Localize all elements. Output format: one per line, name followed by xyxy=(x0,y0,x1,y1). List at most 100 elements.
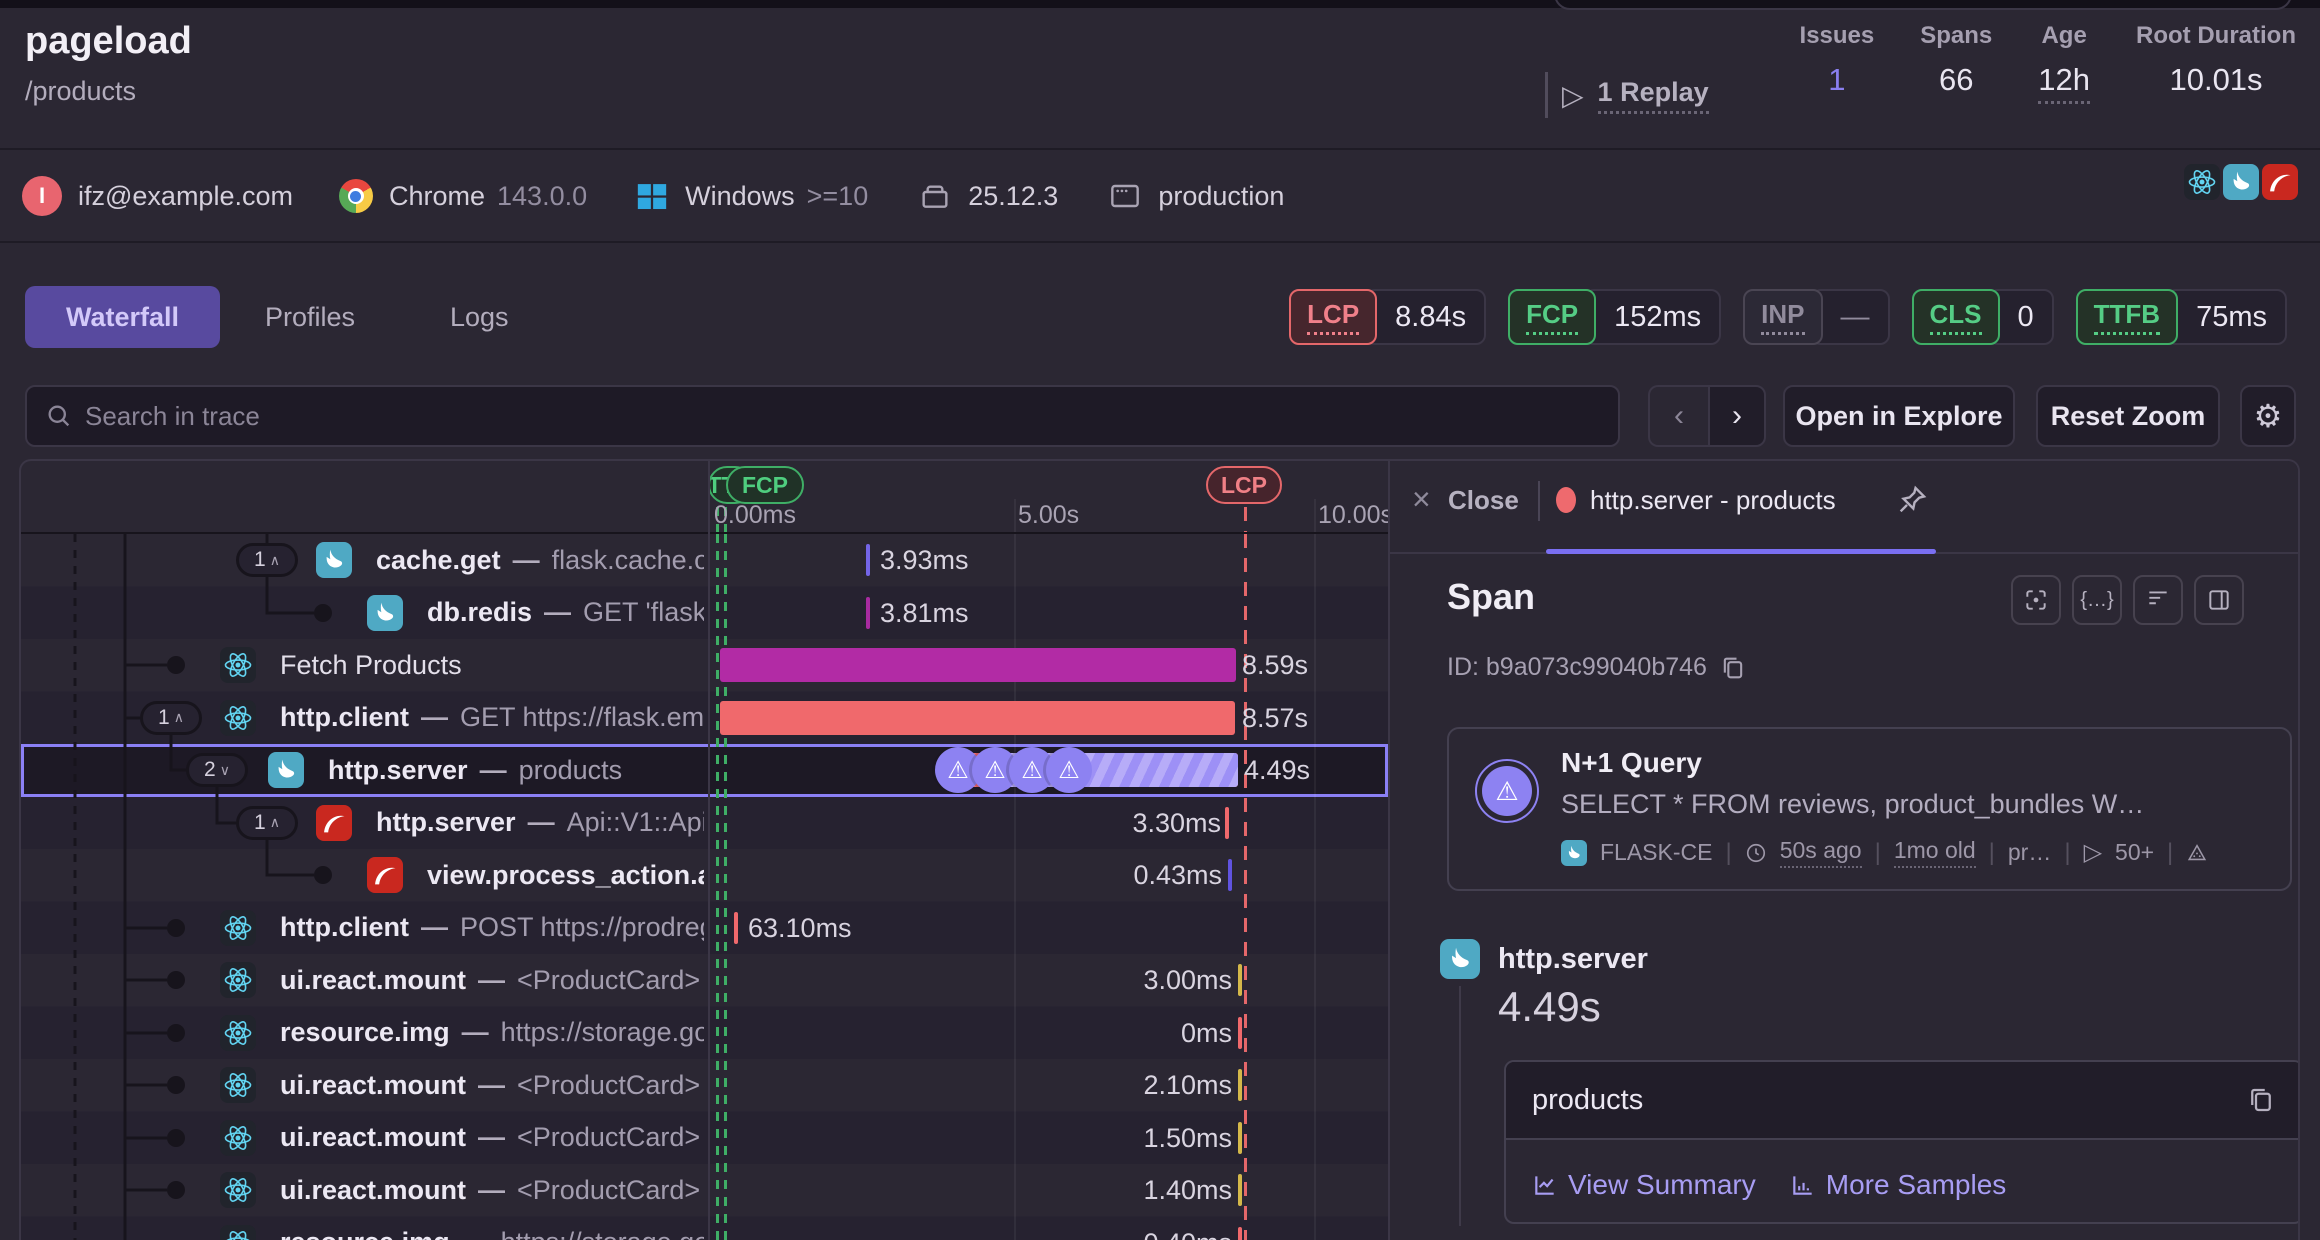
stat-value[interactable]: 1 xyxy=(1828,62,1845,98)
span-duration: 0.43ms xyxy=(1133,849,1222,902)
span-row[interactable]: db.redis—GET 'flask.ca 3.81ms xyxy=(21,587,1388,640)
vital-inp[interactable]: INP — xyxy=(1743,289,1889,345)
vital-fcp[interactable]: FCP 152ms xyxy=(1508,289,1721,345)
span-row[interactable]: 1∧ cache.get—flask.cache.org 3.93ms xyxy=(21,534,1388,587)
span-row[interactable]: http.client—POST https://prodregi 63.10m… xyxy=(21,902,1388,955)
issue-card[interactable]: ⚠ N+1 Query SELECT * FROM reviews, produ… xyxy=(1447,727,2292,891)
flask-icon xyxy=(367,595,403,631)
span-row[interactable]: 1∧ http.client—GET https://flask.emp 8.5… xyxy=(21,692,1388,745)
vital-cls[interactable]: CLS 0 xyxy=(1912,289,2054,345)
copy-icon[interactable] xyxy=(2246,1085,2276,1115)
span-duration: 0ms xyxy=(1181,1007,1232,1060)
flask-icon xyxy=(316,542,352,578)
span-bar[interactable] xyxy=(720,701,1235,735)
span-duration: 8.59s xyxy=(1242,639,1308,692)
vital-ttfb[interactable]: TTFB 75ms xyxy=(2076,289,2287,345)
span-duration: 2.10ms xyxy=(1143,1059,1232,1112)
span-row[interactable]: ui.react.mount—<ProductCard> 1.50ms xyxy=(21,1112,1388,1165)
replay-label[interactable]: 1 Replay xyxy=(1598,77,1709,114)
vital-value: 152ms xyxy=(1584,289,1721,345)
span-row[interactable]: resource.img—https://storage.goo 0ms xyxy=(21,1007,1388,1060)
rails-icon xyxy=(316,805,352,841)
span-bar[interactable] xyxy=(1238,1174,1242,1206)
divider xyxy=(1538,481,1540,521)
span-row[interactable]: view.process_action.ac 0.43ms xyxy=(21,849,1388,902)
issue-age[interactable]: 1mo old xyxy=(1894,837,1976,868)
more-samples-link[interactable]: More Samples xyxy=(1790,1169,2007,1201)
expand-toggle[interactable]: 2∨ xyxy=(186,753,248,787)
close-button[interactable]: Close xyxy=(1448,485,1519,516)
search-icon xyxy=(45,402,73,430)
stat-value[interactable]: 12h xyxy=(2038,62,2090,104)
span-row[interactable]: resource.img—https://storage.goo 0.40ms xyxy=(21,1217,1388,1240)
span-duration: 3.30ms xyxy=(1132,797,1221,850)
span-bar[interactable] xyxy=(720,648,1236,682)
focus-span-button[interactable] xyxy=(2011,575,2061,625)
vital-lcp[interactable]: LCP 8.84s xyxy=(1289,289,1486,345)
detail-tab-title[interactable]: http.server - products xyxy=(1590,485,1836,516)
span-bar[interactable] xyxy=(866,544,870,576)
span-rows: 1∧ cache.get—flask.cache.org 3.93ms db.r… xyxy=(21,534,1388,1240)
expand-toggle[interactable]: 1∧ xyxy=(236,806,298,840)
span-row[interactable]: Fetch Products 8.59s xyxy=(21,639,1388,692)
span-bar[interactable] xyxy=(1238,1227,1242,1240)
reset-zoom-button[interactable]: Reset Zoom xyxy=(2036,385,2220,447)
panel-divider[interactable] xyxy=(708,461,710,1240)
escalating-icon xyxy=(2186,842,2208,864)
tab-profiles[interactable]: Profiles xyxy=(265,286,355,348)
copy-icon[interactable] xyxy=(1719,654,1747,682)
span-row[interactable]: ui.react.mount—<ProductCard> 3.00ms xyxy=(21,954,1388,1007)
react-icon xyxy=(220,1172,256,1208)
span-bar[interactable] xyxy=(1225,807,1229,839)
span-bar[interactable] xyxy=(1238,1017,1242,1049)
stat-age: Age 12h xyxy=(2038,22,2090,104)
pin-icon[interactable] xyxy=(1895,483,1929,517)
tree-guide-line xyxy=(1459,986,1461,1226)
span-row[interactable]: 1∧ http.server—Api::V1::ApiCo 3.30ms xyxy=(21,797,1388,850)
tab-logs[interactable]: Logs xyxy=(450,286,509,348)
expand-toggle[interactable]: 1∧ xyxy=(236,543,298,577)
profile-view-button[interactable] xyxy=(2133,575,2183,625)
divider xyxy=(0,241,2320,243)
replay-link[interactable]: ▷ 1 Replay xyxy=(1545,72,1709,118)
performance-issue-icon[interactable]: ⚠ xyxy=(1046,747,1092,793)
search-input[interactable]: Search in trace xyxy=(25,385,1620,447)
span-row-selected[interactable]: 2∨ http.server—products ⚠ ⚠ ⚠ ⚠ 4.49s xyxy=(21,744,1388,797)
gridline xyxy=(1014,499,1016,534)
span-row[interactable]: ui.react.mount—<ProductCard> 1.40ms xyxy=(21,1164,1388,1217)
settings-button[interactable]: ⚙ xyxy=(2240,385,2296,447)
react-icon xyxy=(220,1225,256,1240)
json-view-button[interactable]: {…} xyxy=(2072,575,2122,625)
span-bar[interactable] xyxy=(866,597,870,629)
issue-last-seen[interactable]: 50s ago xyxy=(1780,837,1862,868)
react-project-icon xyxy=(2184,164,2220,200)
tab-waterfall[interactable]: Waterfall xyxy=(25,286,220,348)
span-bar[interactable] xyxy=(1228,859,1232,891)
span-op-header: http.server xyxy=(1440,939,1648,979)
flask-icon xyxy=(268,752,304,788)
expand-toggle[interactable]: 1∧ xyxy=(140,701,202,735)
span-label: ui.react.mount—<ProductCard> xyxy=(280,1112,704,1165)
issue-title[interactable]: N+1 Query xyxy=(1561,747,1702,779)
chrome-icon xyxy=(337,177,375,215)
open-in-explore-button[interactable]: Open in Explore xyxy=(1783,385,2015,447)
search-placeholder: Search in trace xyxy=(85,401,260,432)
prev-button[interactable]: ‹ xyxy=(1648,385,1708,447)
waterfall-axis[interactable]: TTFB FCP LCP 0.00ms 5.00s 10.00s xyxy=(708,461,1388,534)
span-description-card: products View Summary More Samples xyxy=(1504,1060,2300,1224)
chevron-up-icon: ∧ xyxy=(174,709,184,726)
fcp-marker-pill[interactable]: FCP xyxy=(726,466,804,504)
span-bar[interactable] xyxy=(734,912,738,944)
span-bar[interactable] xyxy=(1238,1069,1242,1101)
layout-columns-button[interactable] xyxy=(2194,575,2244,625)
page-title: pageload xyxy=(25,20,192,63)
view-summary-link[interactable]: View Summary xyxy=(1532,1169,1756,1201)
lcp-marker-pill[interactable]: LCP xyxy=(1206,466,1282,504)
react-icon xyxy=(220,962,256,998)
span-id: ID: b9a073c99040b746 xyxy=(1447,653,1747,682)
span-bar[interactable] xyxy=(1238,1122,1242,1154)
span-row[interactable]: ui.react.mount—<ProductCard> 2.10ms xyxy=(21,1059,1388,1112)
close-icon[interactable]: × xyxy=(1412,481,1431,518)
span-bar[interactable] xyxy=(1238,964,1242,996)
next-button[interactable]: › xyxy=(1708,385,1766,447)
